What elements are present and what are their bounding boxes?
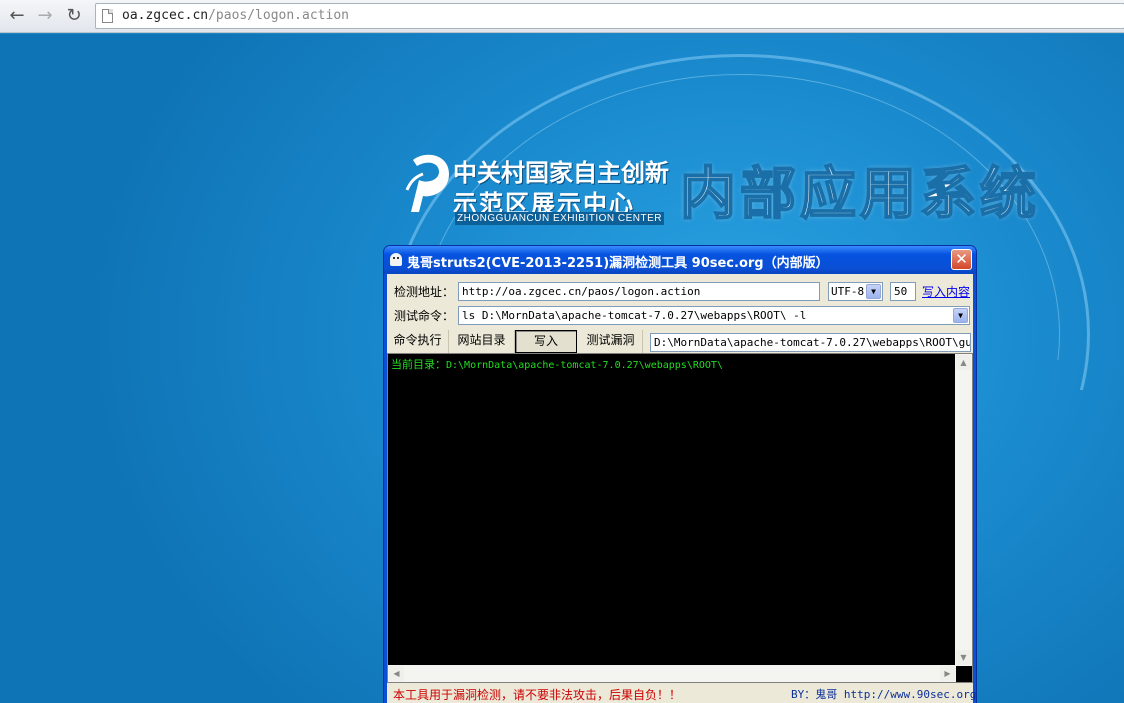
command-value: ls D:\MornData\apache-tomcat-7.0.27\weba… — [462, 309, 807, 322]
tab-test-vuln[interactable]: 测试漏洞 — [579, 330, 643, 353]
close-icon[interactable]: ✕ — [951, 249, 972, 270]
reload-icon[interactable]: ↻ — [62, 5, 86, 27]
tab-site-directory[interactable]: 网站目录 — [449, 330, 515, 353]
current-dir-label: 当前目录： — [391, 358, 446, 371]
author-credit-text: BY：鬼哥 http://www.90sec.org — [791, 688, 977, 701]
page-icon — [102, 9, 113, 23]
vertical-scrollbar[interactable]: ▲ ▼ — [955, 354, 972, 666]
encoding-select[interactable]: UTF-8 ▼ — [828, 282, 883, 301]
window-title: 鬼哥struts2(CVE-2013-2251)漏洞检测工具 90sec.org… — [407, 256, 829, 271]
back-arrow-icon[interactable]: ← — [5, 5, 29, 27]
tab-write[interactable]: 写入 — [515, 330, 577, 353]
tab-command-exec[interactable]: 命令执行 — [387, 330, 449, 353]
write-path-input[interactable]: D:\MornData\apache-tomcat-7.0.27\webapps… — [650, 333, 971, 352]
write-content-link[interactable]: 写入内容 — [922, 283, 970, 300]
url-label: 检测地址： — [394, 285, 455, 299]
command-label: 测试命令： — [394, 309, 455, 323]
text-caret — [965, 667, 969, 681]
logo-english-text: ZHONGGUANCUN EXHIBITION CENTER — [455, 212, 665, 225]
horizontal-scrollbar[interactable]: ◀ ▶ — [388, 665, 956, 682]
current-directory-line: 当前目录：D:\MornData\apache-tomcat-7.0.27\we… — [391, 356, 723, 372]
forward-arrow-icon[interactable]: → — [33, 5, 57, 27]
scroll-right-icon[interactable]: ▶ — [940, 666, 955, 681]
console-output[interactable]: 当前目录：D:\MornData\apache-tomcat-7.0.27\we… — [387, 353, 973, 683]
window-titlebar[interactable]: 鬼哥struts2(CVE-2013-2251)漏洞检测工具 90sec.org… — [384, 246, 976, 274]
window-body: 检测地址： http://oa.zgcec.cn/paos/logon.acti… — [387, 274, 977, 703]
chevron-down-icon[interactable]: ▼ — [953, 308, 968, 323]
system-title: 内部应用系统 — [679, 160, 1040, 228]
scroll-up-icon[interactable]: ▲ — [956, 355, 971, 370]
current-dir-path: D:\MornData\apache-tomcat-7.0.27\webapps… — [446, 360, 723, 371]
url-text[interactable]: oa.zgcec.cn/paos/logon.action — [122, 8, 349, 23]
url-host: oa.zgcec.cn — [122, 8, 209, 23]
url-path: /paos/logon.action — [208, 8, 349, 23]
encoding-value: UTF-8 — [831, 285, 865, 298]
command-select[interactable]: ls D:\MornData\apache-tomcat-7.0.27\weba… — [458, 306, 970, 325]
logo-emblem-icon — [405, 154, 449, 212]
scroll-down-icon[interactable]: ▼ — [956, 650, 971, 665]
browser-toolbar: ← → ↻ oa.zgcec.cn/paos/logon.action — [0, 0, 1124, 33]
address-bar[interactable]: oa.zgcec.cn/paos/logon.action — [95, 3, 1124, 29]
count-input[interactable]: 50 — [890, 282, 916, 301]
chevron-down-icon[interactable]: ▼ — [866, 284, 881, 299]
legal-warning-text: 本工具用于漏洞检测，请不要非法攻击，后果自负！！ — [393, 688, 682, 702]
scroll-left-icon[interactable]: ◀ — [389, 666, 404, 681]
target-url-input[interactable]: http://oa.zgcec.cn/paos/logon.action — [458, 282, 820, 301]
struts-tool-window: 鬼哥struts2(CVE-2013-2251)漏洞检测工具 90sec.org… — [383, 245, 977, 703]
app-icon — [390, 253, 402, 266]
logo-text-line1: 中关村国家自主创新 — [453, 158, 669, 187]
